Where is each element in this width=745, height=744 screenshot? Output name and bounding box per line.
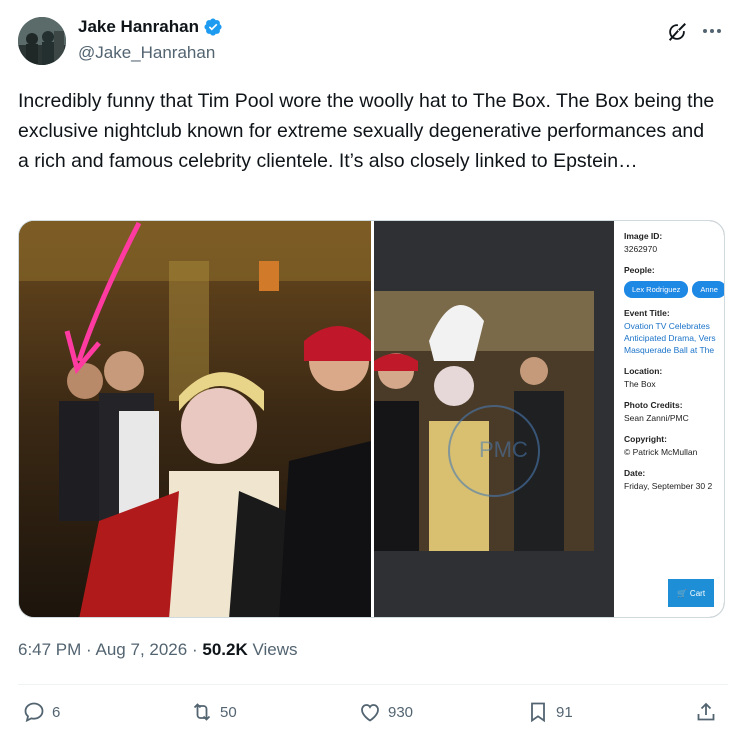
event-title-line[interactable]: Masquerade Ball at The bbox=[624, 345, 724, 356]
share-button[interactable] bbox=[694, 700, 718, 724]
bookmark-count: 91 bbox=[556, 703, 573, 721]
photo-credits-label: Photo Credits: bbox=[624, 400, 683, 410]
bookmark-icon bbox=[531, 702, 545, 723]
location-label: Location: bbox=[624, 366, 663, 376]
author-handle[interactable]: @Jake_Hanrahan bbox=[78, 43, 215, 63]
more-options-icon[interactable] bbox=[700, 19, 724, 43]
meta-separator: · bbox=[191, 640, 198, 659]
location-value: The Box bbox=[624, 379, 656, 389]
tweet-date[interactable]: Aug 7, 2026 bbox=[96, 640, 188, 659]
meta-separator: · bbox=[86, 640, 92, 659]
tweet-time[interactable]: 6:47 PM bbox=[18, 640, 81, 659]
media-photo-right[interactable]: PMC Image ID: 3262970 People: Lex Rodrig… bbox=[374, 221, 724, 617]
people-label: People: bbox=[624, 265, 655, 275]
bookmark-button[interactable]: 91 bbox=[526, 700, 573, 724]
date-value: Friday, September 30 2 bbox=[624, 481, 713, 491]
avatar[interactable] bbox=[18, 17, 66, 65]
like-button[interactable]: 930 bbox=[358, 700, 413, 724]
heart-icon bbox=[361, 704, 379, 722]
media-photo-left[interactable] bbox=[19, 221, 371, 617]
tweet-text: Incredibly funny that Tim Pool wore the … bbox=[18, 90, 715, 172]
views-label: Views bbox=[252, 640, 298, 659]
reply-count: 6 bbox=[52, 703, 61, 721]
repost-count: 50 bbox=[220, 703, 237, 721]
tweet-media[interactable]: PMC Image ID: 3262970 People: Lex Rodrig… bbox=[18, 220, 725, 618]
cart-label: Cart bbox=[689, 588, 706, 598]
verified-badge-icon bbox=[204, 18, 222, 36]
copyright-label: Copyright: bbox=[624, 434, 667, 444]
photo-info-panel: Image ID: 3262970 People: Lex Rodriguez A… bbox=[614, 221, 724, 617]
event-title-line[interactable]: Anticipated Drama, Vers bbox=[624, 333, 724, 344]
views-count: 50.2K bbox=[202, 640, 248, 659]
date-label: Date: bbox=[624, 468, 646, 478]
copyright-value: © Patrick McMullan bbox=[624, 447, 698, 457]
photo-credits-value: Sean Zanni/PMC bbox=[624, 413, 689, 423]
repost-icon bbox=[193, 703, 211, 721]
author-display-name[interactable]: Jake Hanrahan bbox=[78, 17, 199, 37]
image-id-label: Image ID: bbox=[624, 231, 663, 241]
like-count: 930 bbox=[388, 703, 414, 721]
action-bar: 6 50 930 91 bbox=[18, 700, 728, 730]
event-title-label: Event Title: bbox=[624, 308, 670, 318]
repost-button[interactable]: 50 bbox=[190, 700, 237, 724]
event-title-line[interactable]: Ovation TV Celebrates bbox=[624, 321, 724, 332]
share-icon bbox=[697, 702, 715, 721]
watermark-text: PMC bbox=[479, 437, 528, 462]
person-tag[interactable]: Anne bbox=[692, 281, 724, 298]
divider bbox=[18, 684, 728, 685]
cart-icon: 🛒 bbox=[676, 588, 687, 598]
cart-button[interactable]: 🛒 Cart bbox=[668, 579, 714, 607]
image-id-value: 3262970 bbox=[624, 244, 658, 254]
tweet-meta: 6:47 PM · Aug 7, 2026 · 50.2K Views bbox=[18, 640, 298, 660]
reply-button[interactable]: 6 bbox=[22, 700, 60, 724]
grok-icon[interactable] bbox=[666, 21, 688, 43]
person-tag[interactable]: Lex Rodriguez bbox=[624, 281, 689, 298]
reply-icon bbox=[24, 702, 44, 723]
tweet-header: Jake Hanrahan @Jake_Hanrahan bbox=[18, 15, 728, 69]
